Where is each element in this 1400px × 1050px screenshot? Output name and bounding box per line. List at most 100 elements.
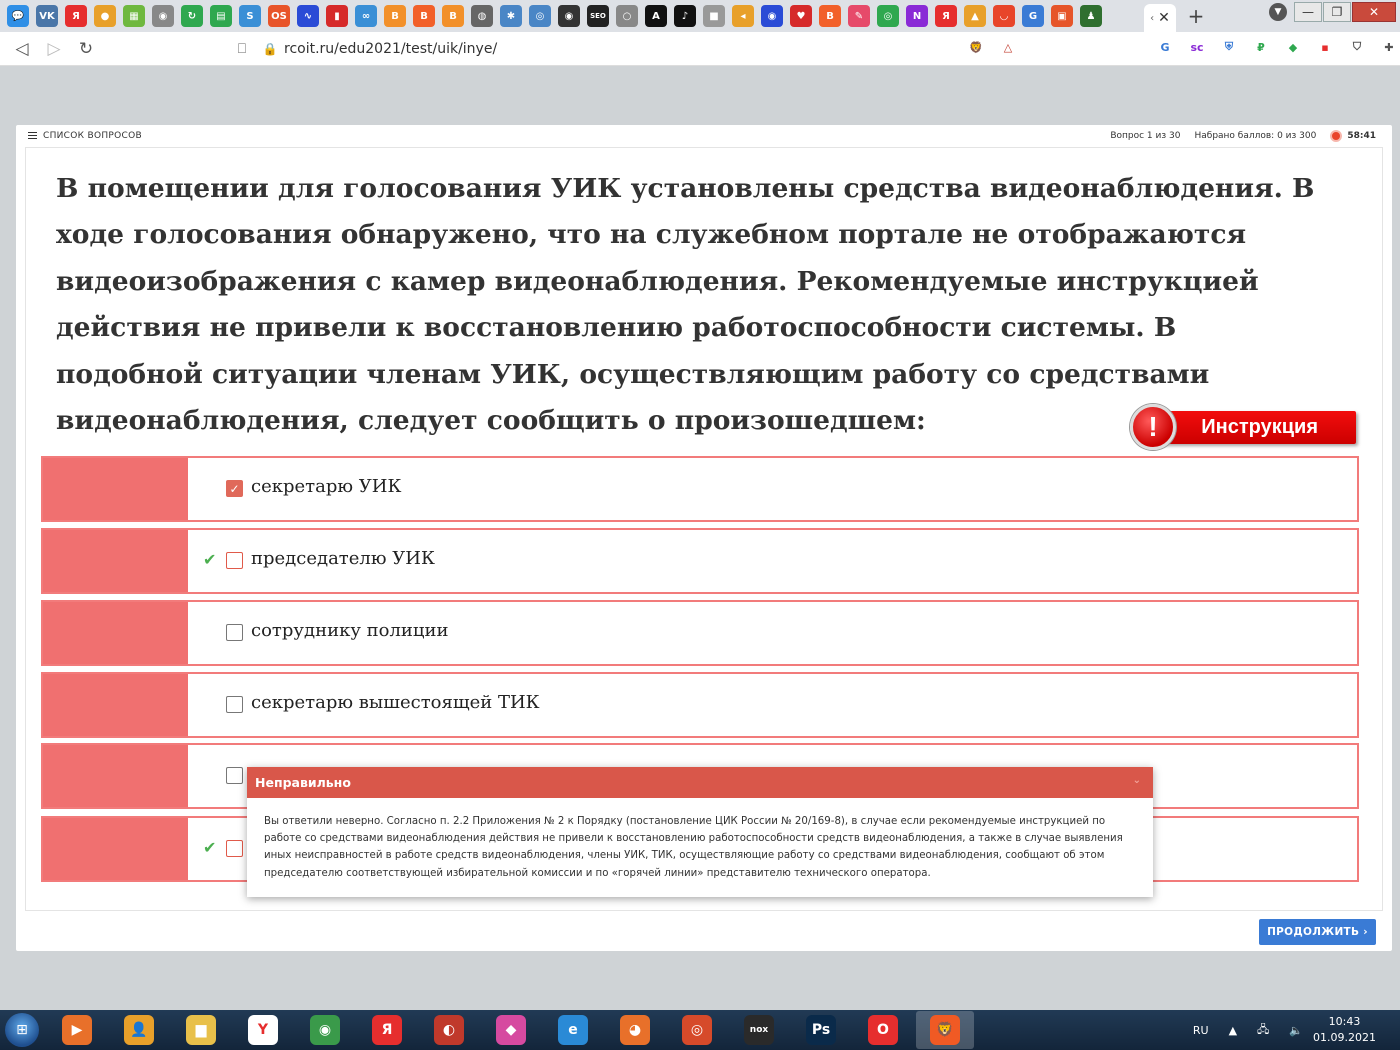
taskbar-contacts[interactable]: 👤 <box>110 1011 168 1049</box>
bookmark-icon[interactable]: ⎕ <box>228 41 256 57</box>
checkbox-checked[interactable]: ✓ <box>226 480 243 497</box>
taskbar-firefox[interactable]: ◕ <box>606 1011 664 1049</box>
back-button[interactable]: ◁ <box>6 34 38 64</box>
translate-icon[interactable]: G <box>1154 36 1176 58</box>
puzzle-icon[interactable]: ✚ <box>1378 36 1400 58</box>
chat-icon[interactable]: 💬 <box>7 5 29 27</box>
owl-icon[interactable]: ◉ <box>761 5 783 27</box>
start-button[interactable]: ⊞ <box>0 1010 44 1050</box>
checkbox[interactable] <box>226 552 243 569</box>
onlysurf-icon[interactable]: OS <box>268 5 290 27</box>
taskbar-yandex-browser[interactable]: Y <box>234 1011 292 1049</box>
blogger-icon[interactable]: B <box>442 5 464 27</box>
serp-icon[interactable]: S <box>239 5 261 27</box>
people-icon[interactable]: ♟ <box>1080 5 1102 27</box>
answer-option[interactable]: сотруднику полиции <box>41 600 1359 666</box>
b-icon[interactable]: B <box>413 5 435 27</box>
taskbar-brave[interactable]: 🦁 <box>916 1011 974 1049</box>
doc-icon[interactable]: ▤ <box>210 5 232 27</box>
target-icon[interactable]: ◎ <box>877 5 899 27</box>
mountain-icon[interactable]: ▲ <box>964 5 986 27</box>
globe-icon[interactable]: ◍ <box>471 5 493 27</box>
page-icon[interactable]: ✎ <box>848 5 870 27</box>
shield-icon[interactable]: ⛉ <box>1346 36 1368 58</box>
refresh-icon[interactable]: ↻ <box>181 5 203 27</box>
seo-icon[interactable]: SEO <box>587 5 609 27</box>
blogger2-icon[interactable]: B <box>819 5 841 27</box>
triangle-icon[interactable]: △ <box>997 36 1019 58</box>
minimize-button[interactable]: — <box>1294 2 1322 22</box>
continue-button[interactable]: ПРОДОЛЖИТЬ › <box>1259 919 1376 945</box>
checkbox[interactable] <box>226 696 243 713</box>
taskbar-chrome[interactable]: ◉ <box>296 1011 354 1049</box>
brave-icon[interactable]: 🦁 <box>965 36 987 58</box>
red-ext-icon[interactable]: ▪ <box>1314 36 1336 58</box>
chart-icon[interactable]: ∿ <box>297 5 319 27</box>
volume-icon[interactable]: 🔈 <box>1289 1024 1303 1037</box>
taskbar-ie[interactable]: e <box>544 1011 602 1049</box>
atom-icon[interactable]: ✱ <box>500 5 522 27</box>
language-indicator[interactable]: RU <box>1193 1024 1209 1037</box>
pocket-icon[interactable]: ◡ <box>993 5 1015 27</box>
taskbar-app-gem[interactable]: ◆ <box>482 1011 540 1049</box>
chevron-down-icon[interactable]: ⌄ <box>1133 775 1141 786</box>
sc-icon[interactable]: sc <box>1186 36 1208 58</box>
lock-ext-icon[interactable]: ⛨ <box>1218 36 1240 58</box>
answer-label: председателю УИК <box>251 548 435 569</box>
answer-option[interactable]: секретарю вышестоящей ТИК <box>41 672 1359 738</box>
network-icon[interactable]: 🖧 <box>1257 1021 1269 1040</box>
blog-icon[interactable]: B <box>384 5 406 27</box>
taskbar-app-red[interactable]: ◐ <box>420 1011 478 1049</box>
tray-arrow-icon[interactable]: ▲ <box>1229 1024 1237 1037</box>
ball-icon[interactable]: ● <box>94 5 116 27</box>
reload-button[interactable]: ↻ <box>70 34 102 64</box>
tiktok-icon[interactable]: ♪ <box>674 5 696 27</box>
taskbar-media-player[interactable]: ▶ <box>48 1011 106 1049</box>
instruction-button[interactable]: Инструкция ! <box>1130 404 1356 450</box>
cube-icon[interactable]: ■ <box>703 5 725 27</box>
a-icon[interactable]: A <box>645 5 667 27</box>
new-tab-button[interactable]: + <box>1184 4 1208 28</box>
eye-icon[interactable]: ◉ <box>152 5 174 27</box>
taskbar-explorer[interactable]: ▆ <box>172 1011 230 1049</box>
feedback-header[interactable]: Неправильно ⌄ <box>247 767 1153 798</box>
vk-icon[interactable]: VK <box>36 5 58 27</box>
radar-icon[interactable]: ◎ <box>529 5 551 27</box>
cube-ext-icon[interactable]: ◆ <box>1282 36 1304 58</box>
taskbar-app-ring[interactable]: ◎ <box>668 1011 726 1049</box>
url-text[interactable]: rcoit.ru/edu2021/test/uik/inye/ <box>284 41 497 57</box>
ruble-icon[interactable]: ₽ <box>1250 36 1272 58</box>
eye2-icon[interactable]: ◉ <box>558 5 580 27</box>
tab-close-icon[interactable]: ✕ <box>1158 10 1170 26</box>
questions-list-label: СПИСОК ВОПРОСОВ <box>43 130 142 141</box>
link-icon[interactable]: ∞ <box>355 5 377 27</box>
active-tab[interactable]: ‹ ✕ <box>1144 4 1176 32</box>
checkbox[interactable] <box>226 624 243 641</box>
forward-button[interactable]: ▷ <box>38 34 70 64</box>
questions-list-button[interactable]: СПИСОК ВОПРОСОВ <box>28 130 142 141</box>
ya2-icon[interactable]: Я <box>935 5 957 27</box>
answer-option[interactable]: ✔ председателю УИК <box>41 528 1359 594</box>
arrow-icon[interactable]: ◂ <box>732 5 754 27</box>
yandex-icon[interactable]: Я <box>65 5 87 27</box>
close-window-button[interactable]: ✕ <box>1352 2 1396 22</box>
google-icon[interactable]: G <box>1022 5 1044 27</box>
bars-icon[interactable]: ▮ <box>326 5 348 27</box>
grid-icon[interactable]: ▦ <box>123 5 145 27</box>
clock[interactable]: 10:43 01.09.2021 <box>1313 1014 1376 1046</box>
circle-icon[interactable]: ○ <box>616 5 638 27</box>
heart-icon[interactable]: ♥ <box>790 5 812 27</box>
taskbar-nox[interactable]: nox <box>730 1011 788 1049</box>
taskbar-photoshop[interactable]: Ps <box>792 1011 850 1049</box>
maximize-button[interactable]: ❐ <box>1323 2 1351 22</box>
checkbox[interactable] <box>226 767 243 784</box>
answer-option[interactable]: ✓ секретарю УИК <box>41 456 1359 522</box>
n-icon[interactable]: N <box>906 5 928 27</box>
photoshop-icon: Ps <box>806 1015 836 1045</box>
tab-search-icon[interactable]: ▼ <box>1263 2 1293 22</box>
address-bar[interactable]: ⎕ 🔒 rcoit.ru/edu2021/test/uik/inye/ <box>228 35 954 63</box>
taskbar-yandex[interactable]: Я <box>358 1011 416 1049</box>
square-icon[interactable]: ▣ <box>1051 5 1073 27</box>
checkbox[interactable] <box>226 840 243 857</box>
taskbar-opera[interactable]: O <box>854 1011 912 1049</box>
